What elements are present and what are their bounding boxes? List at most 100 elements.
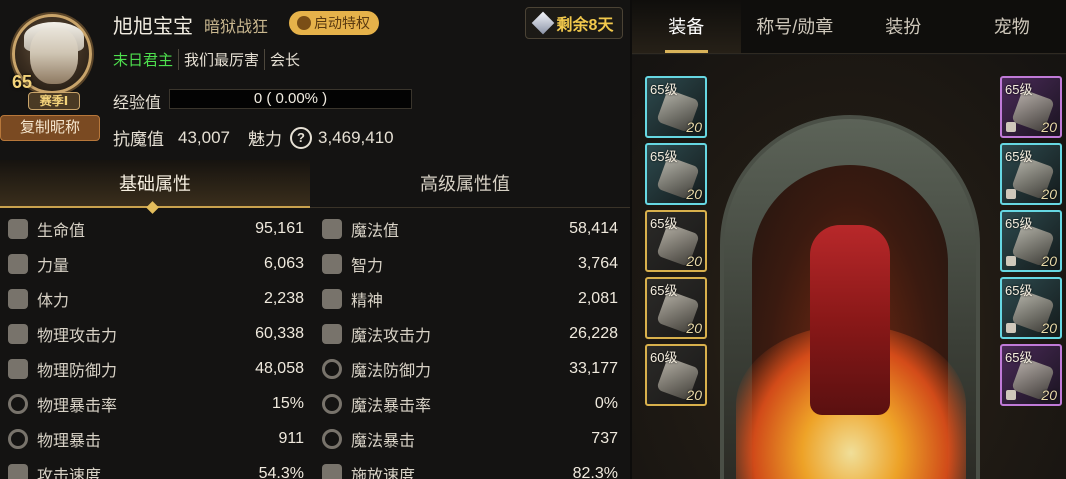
item-level: 65级 [1005,216,1033,231]
equipment-slot-weapon[interactable]: 65级 20 [645,76,707,138]
stat-cast-speed: 施放速度 82.3% [322,463,618,479]
stat-label: 智力 [351,258,384,275]
stat-vitality: 体力 2,238 [8,288,304,310]
lock-icon [1006,390,1016,400]
exp-label: 经验值 [113,95,162,112]
character-level: 65 [12,72,33,92]
item-enhance: 20 [686,320,702,336]
avatar[interactable]: 65 赛季Ⅰ [8,14,98,114]
equipment-slot-title[interactable]: 65级 20 [1000,76,1062,138]
item-level: 65级 [1005,283,1033,298]
stat-value: 60,338 [255,325,304,342]
title-tags: 末日君主 我们最厉害 会长 [113,49,305,70]
equipment-slot-head[interactable]: 65级 20 [645,143,707,205]
sword-icon [8,324,28,344]
tag-role: 会长 [264,49,305,70]
equipment-slot-auxiliary[interactable]: 65级 20 [1000,344,1062,406]
equipment-slot-bracelet[interactable]: 65级 20 [1000,143,1062,205]
item-enhance: 20 [1041,387,1057,403]
character-info-panel: 65 赛季Ⅰ 复制昵称 旭旭宝宝 暗狱战狂 启动特权 剩余8天 末日君主 我们最… [0,0,630,479]
stat-label: 魔法防御力 [351,363,432,380]
crosshair-icon [8,429,28,449]
stat-label: 体力 [37,293,70,310]
stat-magic-crit: 魔法暴击 737 [322,428,618,450]
sparkle-icon [322,254,342,274]
exp-value: 0 ( 0.00% ) [253,90,328,107]
cast-icon [322,464,342,479]
equipment-panel: 装备 称号/勋章 装扮 宠物 65级 20 65级 20 65级 20 65级 … [632,0,1066,479]
character-model [810,225,890,415]
power-row: 抗魔值 43,007 魅力 ? 3,469,410 [113,125,394,150]
target-icon [322,394,342,414]
stat-value: 82.3% [572,465,618,479]
privilege-icon [297,16,311,30]
equipment-slot-boots[interactable]: 60级 20 [645,344,707,406]
character-name: 旭旭宝宝 [113,16,193,38]
stats-table: 生命值 95,161 魔法值 58,414 力量 6,063 智力 3,764 体力 2,… [0,212,630,479]
item-level: 65级 [1005,350,1033,365]
character-job: 暗狱战狂 [204,19,269,36]
stat-physical-defense: 物理防御力 48,058 [8,358,304,380]
hp-heart-icon [8,219,28,239]
equipment-slot-chest[interactable]: 65级 20 [645,210,707,272]
equipment-slot-belt[interactable]: 65级 20 [645,277,707,339]
item-level: 65级 [650,149,678,164]
item-level: 65级 [1005,149,1033,164]
stat-label: 精神 [351,293,384,310]
yin-yang-icon [322,359,342,379]
item-level: 65级 [650,283,678,298]
lock-icon [1006,189,1016,199]
item-level: 65级 [650,82,678,97]
stat-label: 物理防御力 [37,363,118,380]
tab-basic-attributes[interactable]: 基础属性 [0,160,310,208]
lock-icon [1006,323,1016,333]
stat-label: 物理暴击 [37,433,102,450]
stat-physical-crit: 物理暴击 911 [8,428,304,450]
stat-value: 95,161 [255,220,304,237]
tab-pets[interactable]: 宠物 [958,0,1066,53]
stat-row: 物理暴击 911 魔法暴击 737 [0,422,630,457]
stat-value: 58,414 [569,220,618,237]
stat-label: 魔法暴击 [351,433,416,450]
shield-icon [8,359,28,379]
tab-titles-medals[interactable]: 称号/勋章 [741,0,850,53]
stat-row: 攻击速度 54.3% 施放速度 82.3% [0,457,630,479]
tab-advanced-attributes[interactable]: 高级属性值 [310,160,620,208]
lock-icon [1006,256,1016,266]
stat-magic-attack: 魔法攻击力 26,228 [322,323,618,345]
stat-magic-crit-rate: 魔法暴击率 0% [322,393,618,415]
speed-icon [8,464,28,479]
stat-physical-crit-rate: 物理暴击率 15% [8,393,304,415]
privilege-button[interactable]: 启动特权 [289,11,379,35]
item-enhance: 20 [1041,186,1057,202]
stat-row: 体力 2,238 精神 2,081 [0,282,630,317]
demon-label: 抗魔值 [113,130,164,149]
tag-title: 末日君主 [113,52,174,69]
tab-avatar[interactable]: 装扮 [849,0,958,53]
stat-value: 3,764 [577,255,618,272]
stat-physical-attack: 物理攻击力 60,338 [8,323,304,345]
copy-nickname-button[interactable]: 复制昵称 [0,115,100,141]
equipment-slot-ring[interactable]: 65级 20 [1000,277,1062,339]
stat-value: 26,228 [569,325,618,342]
avatar-face [30,28,78,84]
stat-value: 2,081 [577,290,618,307]
stat-row: 物理攻击力 60,338 魔法攻击力 26,228 [0,317,630,352]
stat-row: 力量 6,063 智力 3,764 [0,247,630,282]
equipment-slot-necklace[interactable]: 65级 20 [1000,210,1062,272]
equipment-tabs: 装备 称号/勋章 装扮 宠物 [632,0,1066,54]
stat-label: 力量 [37,258,70,275]
stat-value: 6,063 [263,255,304,272]
stat-label: 物理攻击力 [37,328,118,345]
tab-equipment[interactable]: 装备 [632,0,741,53]
days-remaining-text: 剩余8天 [556,17,614,34]
body-icon [8,289,28,309]
stat-row: 物理防御力 48,058 魔法防御力 33,177 [0,352,630,387]
days-remaining-badge[interactable]: 剩余8天 [525,7,623,39]
help-icon[interactable]: ? [290,126,312,149]
item-level: 65级 [1005,82,1033,97]
crosshair-icon [8,394,28,414]
stat-value: 15% [271,395,304,412]
diamond-icon [531,11,554,35]
exp-bar: 0 ( 0.00% ) [169,89,412,109]
